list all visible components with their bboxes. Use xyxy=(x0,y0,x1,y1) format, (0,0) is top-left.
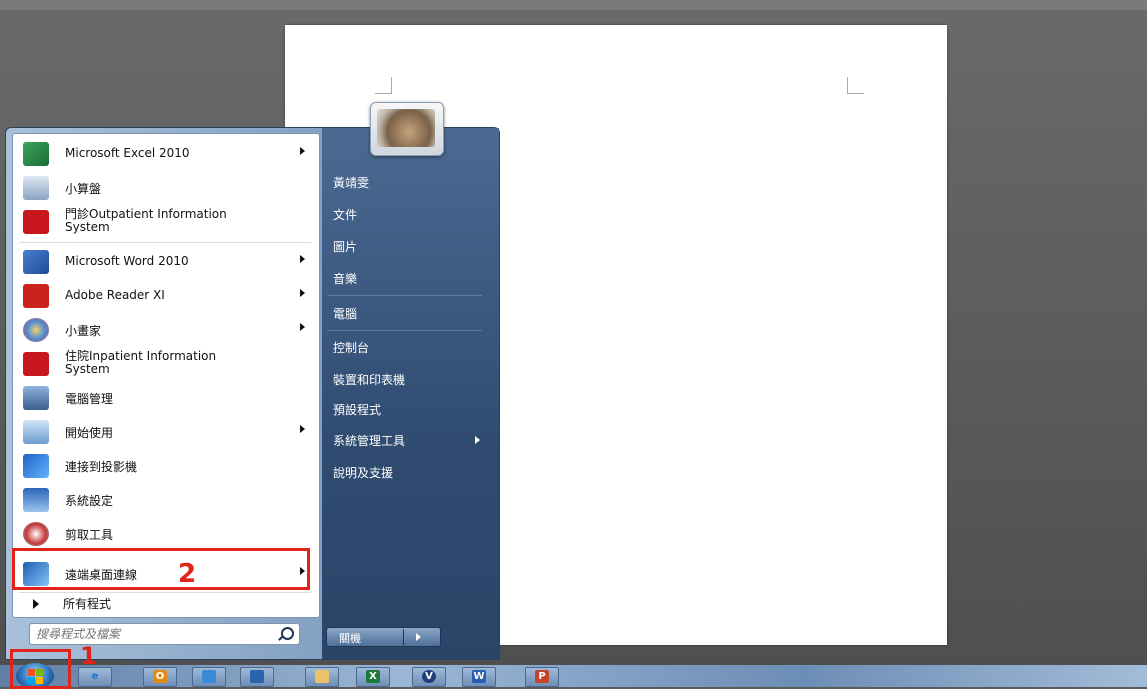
messenger-icon xyxy=(202,670,216,683)
getting-started-icon xyxy=(23,420,49,444)
menu-item-inpatient-system[interactable]: 住院Inpatient Information System xyxy=(13,348,319,380)
menu-item-paint[interactable]: 小畫家 xyxy=(13,314,319,346)
user-avatar[interactable] xyxy=(370,102,444,156)
menu-item-excel[interactable]: Microsoft Excel 2010 xyxy=(13,138,319,170)
internet-explorer-icon: e xyxy=(91,671,99,682)
menu-item-adobe-reader[interactable]: Adobe Reader XI xyxy=(13,280,319,312)
right-item-documents[interactable]: 文件 xyxy=(333,206,357,223)
right-item-devices-printers[interactable]: 裝置和印表機 xyxy=(333,371,405,388)
right-separator xyxy=(327,330,482,331)
paint-icon xyxy=(23,318,49,342)
app-icon xyxy=(250,670,264,683)
taskbar-app-v[interactable]: V xyxy=(412,667,446,687)
margin-corner-top-left xyxy=(375,77,392,94)
cat-photo xyxy=(377,109,435,147)
search-icon[interactable] xyxy=(281,627,294,640)
shutdown-options-arrow-icon[interactable] xyxy=(416,633,421,641)
projector-icon xyxy=(23,454,49,478)
menu-item-label: 小算盤 xyxy=(65,182,102,196)
highlight-box-step-1 xyxy=(10,649,71,689)
menu-item-label: 住院Inpatient Information System xyxy=(65,349,217,376)
menu-item-word[interactable]: Microsoft Word 2010 xyxy=(13,246,319,278)
file-explorer-icon xyxy=(315,670,329,683)
menu-item-label: 小畫家 xyxy=(65,324,102,338)
menu-item-label: 開始使用 xyxy=(65,426,114,440)
menu-item-outpatient-system[interactable]: 門診Outpatient Information System xyxy=(13,206,319,238)
highlight-box-step-2 xyxy=(12,548,310,590)
taskbar-file-explorer[interactable] xyxy=(305,667,339,687)
menu-item-computer-management[interactable]: 電腦管理 xyxy=(13,382,319,414)
margin-corner-top-right xyxy=(847,77,864,94)
submenu-arrow-icon xyxy=(300,255,305,263)
taskbar-messenger[interactable] xyxy=(192,667,226,687)
powerpoint-icon: P xyxy=(535,670,549,683)
all-programs-label: 所有程式 xyxy=(63,597,112,611)
taskbar-excel[interactable]: X xyxy=(356,667,390,687)
menu-item-label: 剪取工具 xyxy=(65,528,114,542)
right-separator xyxy=(327,295,482,296)
menu-item-projector[interactable]: 連接到投影機 xyxy=(13,450,319,482)
menu-item-snipping-tool[interactable]: 剪取工具 xyxy=(13,518,319,550)
word-icon xyxy=(23,250,49,274)
menu-item-system-config[interactable]: 系統設定 xyxy=(13,484,319,516)
system-config-icon xyxy=(23,488,49,512)
adobe-reader-icon xyxy=(23,284,49,308)
shutdown-button[interactable]: 關機 xyxy=(326,627,441,647)
app-v-icon: V xyxy=(422,670,436,683)
menu-item-label: Adobe Reader XI xyxy=(65,288,165,302)
submenu-arrow-icon xyxy=(300,147,305,155)
inpatient-system-icon xyxy=(23,352,49,376)
word-icon: W xyxy=(472,670,486,683)
start-menu-programs-pane: Microsoft Excel 2010 小算盤 門診Outpatient In… xyxy=(12,133,320,618)
taskbar-word[interactable]: W xyxy=(462,667,496,687)
outlook-icon: O xyxy=(153,670,167,683)
right-item-user[interactable]: 黃靖雯 xyxy=(333,174,369,191)
right-item-computer[interactable]: 電腦 xyxy=(333,305,357,322)
excel-icon xyxy=(23,142,49,166)
menu-item-getting-started[interactable]: 開始使用 xyxy=(13,416,319,448)
search-input[interactable] xyxy=(34,625,268,643)
submenu-arrow-icon xyxy=(300,425,305,433)
computer-management-icon xyxy=(23,386,49,410)
search-box[interactable] xyxy=(29,623,300,645)
right-item-default-programs[interactable]: 預設程式 xyxy=(333,401,381,418)
menu-separator xyxy=(19,592,311,593)
step-2-label: 2 xyxy=(178,559,197,589)
menu-item-calculator[interactable]: 小算盤 xyxy=(13,172,319,204)
menu-item-label: Microsoft Excel 2010 xyxy=(65,146,190,160)
expand-arrow-icon xyxy=(33,599,39,609)
menu-item-label: Microsoft Word 2010 xyxy=(65,254,189,268)
right-item-admin-tools[interactable]: 系統管理工具 xyxy=(333,432,405,449)
menu-item-label: 系統設定 xyxy=(65,494,114,508)
menu-item-label: 門診Outpatient Information System xyxy=(65,207,227,234)
outpatient-system-icon xyxy=(23,210,49,234)
menu-item-label: 連接到投影機 xyxy=(65,460,138,474)
right-item-control-panel[interactable]: 控制台 xyxy=(333,339,369,356)
taskbar-app[interactable] xyxy=(240,667,274,687)
calculator-icon xyxy=(23,176,49,200)
right-item-music[interactable]: 音樂 xyxy=(333,270,357,287)
submenu-arrow-icon xyxy=(300,289,305,297)
window-top-bar xyxy=(0,0,1147,10)
menu-separator xyxy=(19,242,311,243)
submenu-arrow-icon xyxy=(300,323,305,331)
taskbar-powerpoint[interactable]: P xyxy=(525,667,559,687)
taskbar-outlook[interactable]: O xyxy=(143,667,177,687)
right-item-help-support[interactable]: 說明及支援 xyxy=(333,464,393,481)
snipping-tool-icon xyxy=(23,522,49,546)
shutdown-label: 關機 xyxy=(339,632,361,645)
button-divider xyxy=(403,629,404,645)
excel-icon: X xyxy=(366,670,380,683)
submenu-arrow-icon xyxy=(475,436,480,444)
step-1-label: 1 xyxy=(80,642,97,670)
taskbar-internet-explorer[interactable]: e xyxy=(78,667,112,687)
menu-item-label: 電腦管理 xyxy=(65,392,114,406)
right-item-pictures[interactable]: 圖片 xyxy=(333,238,357,255)
